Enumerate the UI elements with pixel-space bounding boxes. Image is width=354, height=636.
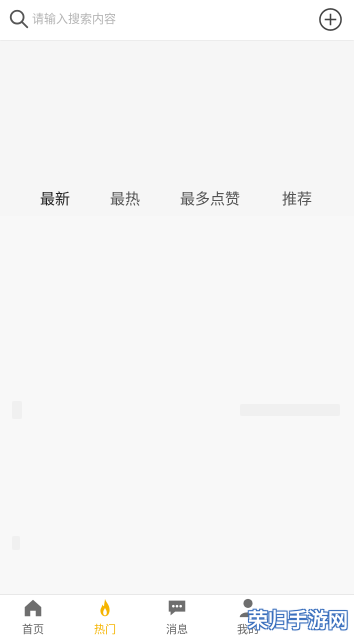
nav-home-label: 首页 <box>22 623 44 636</box>
tab-hottest[interactable]: 最热 <box>110 188 140 209</box>
tab-recommended[interactable]: 推荐 <box>282 188 312 209</box>
search-icon[interactable] <box>8 8 30 30</box>
feed-list <box>0 216 354 594</box>
sort-tabs: 最新 最热 最多点赞 推荐 <box>0 184 354 214</box>
watermark-text: 荣归手游网 <box>248 608 348 632</box>
flame-icon <box>100 598 110 617</box>
main-content: 最新 最热 最多点赞 推荐 <box>0 41 354 594</box>
message-icon <box>168 600 186 616</box>
loading-placeholder <box>12 401 22 419</box>
site-watermark: 荣归手游网 <box>238 598 350 634</box>
loading-placeholder <box>12 536 20 550</box>
loading-placeholder <box>240 404 340 416</box>
tab-most-liked[interactable]: 最多点赞 <box>180 188 240 209</box>
nav-messages[interactable]: 消息 <box>147 595 207 636</box>
search-input[interactable] <box>32 7 142 31</box>
nav-hot[interactable]: 热门 <box>75 595 135 636</box>
top-bar <box>0 0 354 40</box>
nav-messages-label: 消息 <box>166 623 188 636</box>
plus-circle-icon[interactable] <box>318 7 343 32</box>
nav-hot-label: 热门 <box>94 623 116 636</box>
home-icon <box>24 599 42 617</box>
tab-latest[interactable]: 最新 <box>40 188 70 209</box>
nav-home[interactable]: 首页 <box>3 595 63 636</box>
